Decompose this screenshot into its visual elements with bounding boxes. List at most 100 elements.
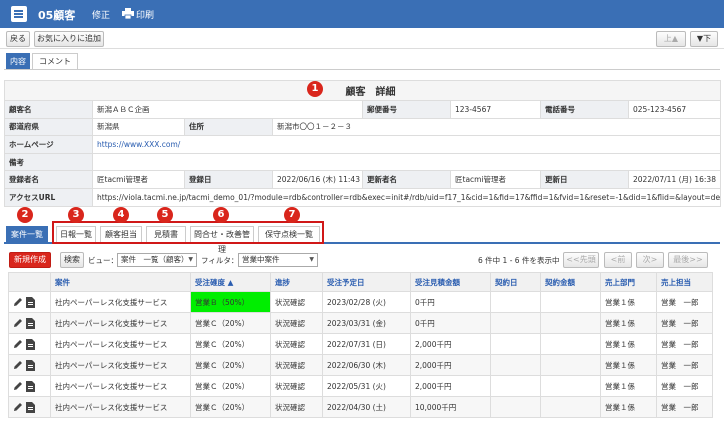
view-select[interactable]: 案件 一覧（顧客） xyxy=(117,253,197,267)
table-header-row: 案件 受注確度 ▲ 進捗 受注予定日 受注見積金額 契約日 契約金額 売上部門 … xyxy=(8,272,713,292)
cell-probability: 営業Ｃ（20%） xyxy=(190,396,271,418)
back-button[interactable]: 戻る xyxy=(6,31,30,47)
row-actions xyxy=(8,291,51,313)
note-value xyxy=(92,152,721,172)
document-icon[interactable] xyxy=(26,296,35,308)
header-planned-date[interactable]: 受注予定日 xyxy=(322,272,411,292)
cell-planned-date: 2023/03/31 (金) xyxy=(322,312,411,334)
subtab-projects[interactable]: 案件一覧 xyxy=(6,226,48,243)
creator-value: 匠tacmi管理者 xyxy=(92,170,185,189)
up-button[interactable]: 上▲ xyxy=(656,31,686,47)
marker-3: 3 xyxy=(68,207,84,223)
cell-project: 社内ペーパーレス化支援サービス xyxy=(50,291,191,313)
created-value: 2022/06/16 (木) 11:43 xyxy=(272,170,363,189)
header-sales-rep[interactable]: 売上担当 xyxy=(656,272,713,292)
table-row[interactable]: 社内ペーパーレス化支援サービス 営業Ｃ（20%） 状況確認 2022/04/30 (土… xyxy=(8,396,713,418)
first-page-button[interactable]: <<先頭 xyxy=(563,252,599,268)
table-row[interactable]: 社内ペーパーレス化支援サービス 営業Ｂ（50%） 状況確認 2023/02/28 (火… xyxy=(8,291,713,313)
row-actions xyxy=(8,333,51,355)
table-row[interactable]: 社内ペーパーレス化支援サービス 営業Ｃ（20%） 状況確認 2022/07/31 (日… xyxy=(8,333,713,355)
cell-contract-amount xyxy=(540,354,601,376)
note-label: 備考 xyxy=(4,152,93,172)
table-row[interactable]: 社内ペーパーレス化支援サービス 営業Ｃ（20%） 状況確認 2022/05/31 (火… xyxy=(8,375,713,397)
cell-probability: 営業Ｂ（50%） xyxy=(190,291,271,313)
cell-sales-rep: 営業 一郎 xyxy=(656,312,713,334)
homepage-link[interactable]: https://www.XXX.com/ xyxy=(92,135,721,154)
row-actions xyxy=(8,354,51,376)
document-icon[interactable] xyxy=(26,401,35,413)
prev-page-button[interactable]: <前 xyxy=(604,252,632,268)
cell-progress: 状況確認 xyxy=(270,375,323,397)
pencil-icon[interactable] xyxy=(13,402,23,412)
view-label: ビュー： xyxy=(88,256,118,265)
down-button[interactable]: ▼下 xyxy=(690,31,718,47)
cell-sales-dept: 営業１係 xyxy=(600,291,657,313)
tab-comment[interactable]: コメント xyxy=(32,53,78,70)
tab-divider xyxy=(4,69,720,70)
pencil-icon[interactable] xyxy=(13,318,23,328)
cell-sales-rep: 営業 一郎 xyxy=(656,354,713,376)
updater-label: 更新者名 xyxy=(362,170,451,189)
header-project[interactable]: 案件 xyxy=(50,272,191,292)
marker-4: 4 xyxy=(113,207,129,223)
marker-6: 6 xyxy=(213,207,229,223)
pref-value: 新潟県 xyxy=(92,117,185,137)
access-url: https://viola.tacmi.ne.jp/tacmi_demo_01/… xyxy=(92,187,721,207)
search-button[interactable]: 検索 xyxy=(60,252,84,268)
cell-progress: 状況確認 xyxy=(270,396,323,418)
header-contract-amount[interactable]: 契約金額 xyxy=(540,272,601,292)
cell-project: 社内ペーパーレス化支援サービス xyxy=(50,354,191,376)
addr-label: 住所 xyxy=(184,117,273,137)
tel-label: 電話番号 xyxy=(540,100,629,119)
header-probability[interactable]: 受注確度 ▲ xyxy=(190,272,271,292)
tel-value: 025-123-4567 xyxy=(628,100,721,119)
cell-quote-amount: 0千円 xyxy=(410,291,491,313)
pencil-icon[interactable] xyxy=(13,297,23,307)
header-contract-date[interactable]: 契約日 xyxy=(490,272,541,292)
cell-probability: 営業Ｃ（20%） xyxy=(190,333,271,355)
updated-label: 更新日 xyxy=(540,170,629,189)
header-sales-dept[interactable]: 売上部門 xyxy=(600,272,657,292)
document-icon[interactable] xyxy=(26,338,35,350)
cell-planned-date: 2022/04/30 (土) xyxy=(322,396,411,418)
header-progress[interactable]: 進捗 xyxy=(270,272,323,292)
cell-planned-date: 2022/05/31 (火) xyxy=(322,375,411,397)
zip-value: 123-4567 xyxy=(450,100,541,119)
pencil-icon[interactable] xyxy=(13,339,23,349)
cell-contract-date xyxy=(490,333,541,355)
printer-icon[interactable] xyxy=(122,8,134,19)
table-row[interactable]: 社内ペーパーレス化支援サービス 営業Ｃ（20%） 状況確認 2023/03/31 (金… xyxy=(8,312,713,334)
name-label: 顧客名 xyxy=(4,100,93,119)
list-app-icon xyxy=(11,6,27,22)
result-count: 6 件中 1 - 6 件を表示中 xyxy=(478,256,560,265)
cell-project: 社内ペーパーレス化支援サービス xyxy=(50,312,191,334)
filter-select[interactable]: 営業中案件 xyxy=(238,253,318,267)
add-favorite-button[interactable]: お気に入りに追加 xyxy=(34,31,104,47)
customer-detail-table: 顧客 詳細 顧客名 新潟ＡＢＣ企画 郵便番号 123-4567 電話番号 025… xyxy=(4,80,721,207)
row-actions xyxy=(8,312,51,334)
pencil-icon[interactable] xyxy=(13,360,23,370)
filter-label: フィルタ： xyxy=(201,256,239,265)
last-page-button[interactable]: 最後>> xyxy=(668,252,708,268)
new-button[interactable]: 新規作成 xyxy=(9,252,51,268)
next-page-button[interactable]: 次> xyxy=(636,252,664,268)
cell-progress: 状況確認 xyxy=(270,333,323,355)
cell-contract-date xyxy=(490,312,541,334)
document-icon[interactable] xyxy=(26,380,35,392)
header-quote-amount[interactable]: 受注見積金額 xyxy=(410,272,491,292)
customer-name: 新潟ＡＢＣ企画 xyxy=(92,100,363,119)
cell-contract-amount xyxy=(540,375,601,397)
app-header: 05顧客 修正 印刷 xyxy=(0,0,724,28)
cell-sales-rep: 営業 一郎 xyxy=(656,396,713,418)
table-row[interactable]: 社内ペーパーレス化支援サービス 営業Ｃ（20%） 状況確認 2022/06/30 (木… xyxy=(8,354,713,376)
tab-content[interactable]: 内容 xyxy=(6,53,30,70)
print-link[interactable]: 印刷 xyxy=(136,8,154,21)
document-icon[interactable] xyxy=(26,317,35,329)
cell-contract-date xyxy=(490,291,541,313)
document-icon[interactable] xyxy=(26,359,35,371)
edit-link[interactable]: 修正 xyxy=(92,8,110,21)
pencil-icon[interactable] xyxy=(13,381,23,391)
cell-sales-rep: 営業 一郎 xyxy=(656,375,713,397)
header-actions xyxy=(8,272,51,292)
cell-contract-amount xyxy=(540,396,601,418)
